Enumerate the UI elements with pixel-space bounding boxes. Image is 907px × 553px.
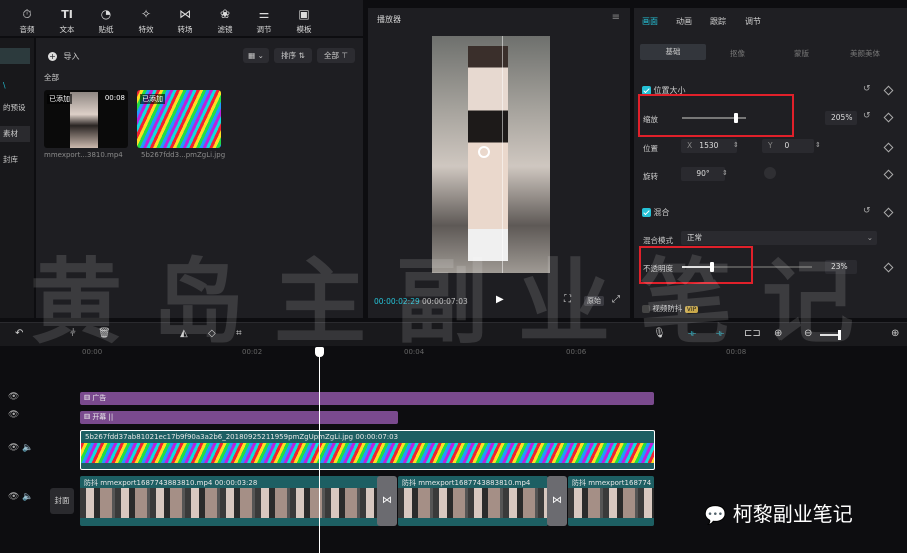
sparkle-icon: ✧ [140,7,152,21]
added-badge: 已添加 [47,94,72,104]
clip-thumbnails [398,488,548,518]
sort-icon: ⇅ [298,51,305,60]
eye-icon[interactable]: 👁 🔈 [8,492,34,502]
wechat-icon: 💬 [704,505,727,526]
sidebar-item-materials[interactable]: 素材 [0,126,30,142]
filter-tool-button[interactable]: ❀ 滤镜 [210,8,240,35]
player-title: 播放器 [377,15,401,24]
reset-icon[interactable]: ↺ [863,111,871,121]
clip-label: 5b267fdd37ab81021ec17b9f90a3a2b6_2018092… [85,433,399,441]
undo-icon[interactable]: ↶ [15,328,23,339]
x-field[interactable]: X 1530 [681,139,737,153]
keyframe-icon[interactable] [883,169,894,180]
ad-clip[interactable]: ⚅ 广告 [80,392,654,405]
scale-field[interactable]: 205% [825,111,857,125]
opening-clip[interactable]: ⚅ 开幕 || [80,411,398,424]
template-icon: ▣ [298,7,310,21]
clip-thumbnails [80,488,380,518]
image-clip[interactable]: 5b267fdd37ab81021ec17b9f90a3a2b6_2018092… [80,430,655,470]
rotate-field[interactable]: 90° [681,167,725,181]
clock-icon: ⏱ [22,7,32,21]
subtab-beauty[interactable]: 美颜美体 [850,48,880,59]
rotate-dial[interactable] [764,167,776,179]
reset-icon[interactable]: ↺ [863,206,871,216]
view-toggle-button[interactable]: ▦ ⌄ [243,48,269,63]
thumbnail-image [70,92,98,148]
sidebar-item-presets[interactable]: 的预设 [0,100,30,116]
clip-thumbnails [81,443,654,463]
filter-icon: ❀ [219,7,231,21]
playhead[interactable] [319,348,320,553]
eye-icon[interactable]: 👁 [8,392,19,402]
subtab-keying[interactable]: 抠像 [730,48,745,59]
plus-circle-icon: + [48,52,57,61]
text-icon: TI [61,8,73,21]
media-name: mmexport...3810.mp4 [44,151,123,159]
media-item[interactable]: 已添加 00:08 [44,90,128,148]
anchor-handle[interactable] [478,146,490,158]
keyframe-icon[interactable] [883,112,894,123]
chevron-icon: \ [3,81,6,90]
tab-adjust[interactable]: 调节 [745,16,761,27]
top-toolbar: ⏱ 音频 TI 文本 ◔ 贴纸 ✧ 特效 ⋈ 转场 ❀ 滤镜 ⚌ 调节 ▣ 模板 [0,0,363,36]
tab-tracking[interactable]: 跟踪 [710,16,726,27]
grid-icon: ▦ ⌄ [248,51,264,60]
position-label: 位置 [643,144,658,153]
import-button[interactable]: + 导入 [48,51,80,62]
media-name: 5b267fdd3...pmZgLi.jpg [141,151,226,159]
stepper-icon[interactable]: ⇕ [815,141,821,149]
video-clip[interactable]: 防抖 mmexport1687743883810.mp4 [398,476,548,526]
menu-icon[interactable]: ≡ [612,12,620,23]
video-clip[interactable]: 防抖 mmexport168774 [568,476,654,526]
blend-section[interactable]: 混合 [642,207,670,218]
text-tool-button[interactable]: TI 文本 [52,8,82,35]
filter-all-button[interactable]: 全部 ⊤ [317,48,355,63]
sidebar-item-library[interactable]: 封库 [0,152,30,168]
sticker-icon: ◔ [100,7,112,21]
sticker-tool-button[interactable]: ◔ 贴纸 [91,8,121,35]
stepper-icon[interactable]: ⇕ [722,169,728,177]
added-badge: 已添加 [140,94,165,104]
sidebar-item-local[interactable]: \ [0,78,30,94]
eye-icon[interactable]: 👁 🔈 [8,443,34,453]
subtab-mask[interactable]: 蒙版 [794,48,809,59]
keyframe-icon[interactable] [883,207,894,218]
sidebar-item-media[interactable] [0,48,30,64]
tab-picture[interactable]: 画面 [642,16,658,27]
reset-icon[interactable]: ↺ [863,84,871,94]
clip-thumbnails [568,488,654,518]
sort-button[interactable]: 排序 ⇅ [274,48,312,63]
adjust-icon: ⚌ [258,7,270,21]
transition-icon: ⋈ [179,7,191,21]
section-label: 全部 [44,73,59,82]
checkbox-icon [642,208,651,217]
keyframe-icon[interactable] [883,85,894,96]
left-sidebar: \ 的预设 素材 封库 [0,38,34,318]
video-clip[interactable]: 防抖 mmexport1687743883810.mp4 00:00:03:28 [80,476,380,526]
zoom-in-icon[interactable]: ⊕ [891,328,899,339]
stepper-icon[interactable]: ⇕ [733,141,739,149]
rotate-label: 旋转 [643,172,658,181]
highlight-box [638,94,794,137]
duration-label: 00:08 [104,94,125,102]
keyframe-icon[interactable] [883,262,894,273]
y-field[interactable]: Y 0 [762,139,814,153]
effects-tool-button[interactable]: ✧ 特效 [131,8,161,35]
watermark-text: 黄岛主副业笔记 [30,249,885,356]
transition-tool-button[interactable]: ⋈ 转场 [170,8,200,35]
cover-button[interactable]: 封面 [50,488,74,514]
transition-marker[interactable]: ⋈ [547,476,567,526]
transition-marker[interactable]: ⋈ [377,476,397,526]
adjust-tool-button[interactable]: ⚌ 调节 [249,8,279,35]
wechat-badge: 💬 柯黎副业笔记 [704,502,853,526]
tab-animation[interactable]: 动画 [676,16,692,27]
audio-tool-button[interactable]: ⏱ 音频 [12,8,42,35]
funnel-icon: ⊤ [341,51,348,60]
template-tool-button[interactable]: ▣ 模板 [289,8,319,35]
subtab-basic[interactable]: 基础 [640,44,706,60]
keyframe-icon[interactable] [883,142,894,153]
eye-icon[interactable]: 👁 [8,410,19,420]
